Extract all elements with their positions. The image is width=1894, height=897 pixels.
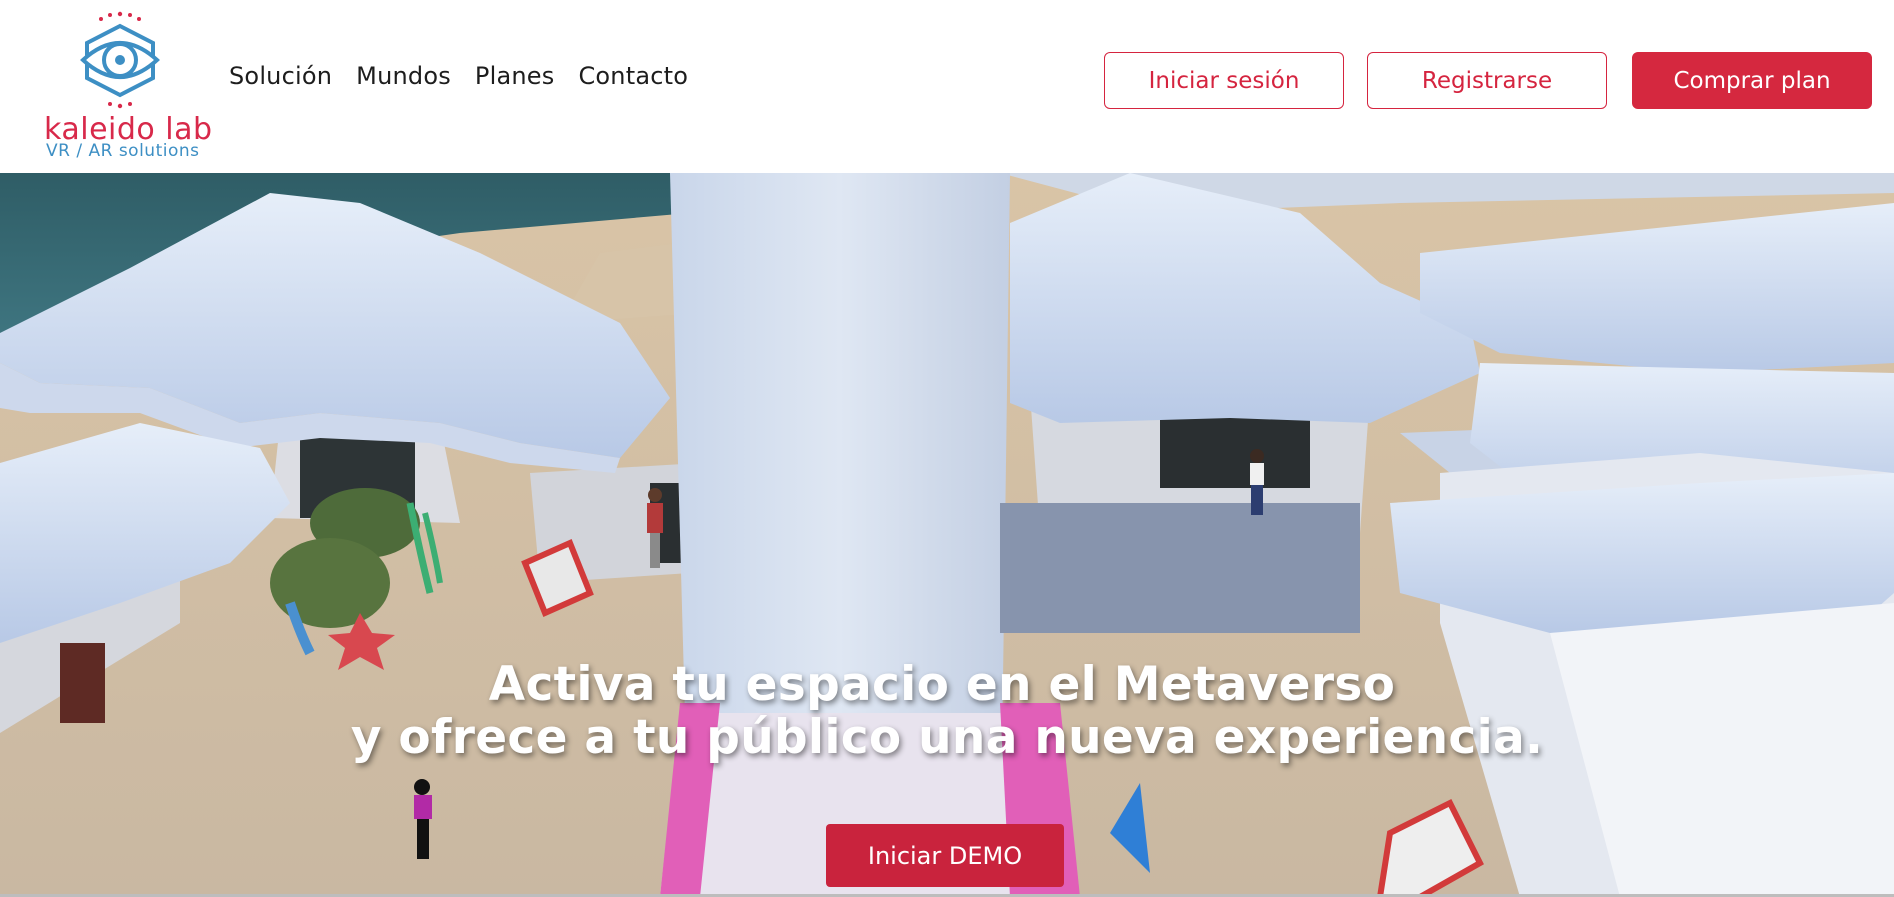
nav-solucion[interactable]: Solución — [229, 62, 332, 90]
site-header: kaleido lab VR / AR solutions Solución M… — [0, 0, 1894, 173]
nav-mundos[interactable]: Mundos — [356, 62, 451, 90]
brand-logo[interactable]: kaleido lab VR / AR solutions — [40, 8, 212, 161]
main-nav: Solución Mundos Planes Contacto — [229, 62, 712, 90]
nav-planes[interactable]: Planes — [475, 62, 555, 90]
eye-logo-icon — [80, 11, 160, 109]
register-button[interactable]: Registrarse — [1367, 52, 1607, 109]
metaverse-scene-image — [0, 173, 1894, 897]
hero-section: Activa tu espacio en el Metaverso y ofre… — [0, 173, 1894, 897]
nav-contacto[interactable]: Contacto — [578, 62, 688, 90]
login-button[interactable]: Iniciar sesión — [1104, 52, 1344, 109]
hero-title-line1: Activa tu espacio en el Metaverso — [488, 657, 1396, 712]
brand-tagline: VR / AR solutions — [46, 141, 200, 161]
buy-plan-button[interactable]: Comprar plan — [1632, 52, 1872, 109]
hero-title-line2: y ofrece a tu público una nueva experien… — [350, 710, 1544, 765]
start-demo-button[interactable]: Iniciar DEMO — [826, 824, 1064, 887]
